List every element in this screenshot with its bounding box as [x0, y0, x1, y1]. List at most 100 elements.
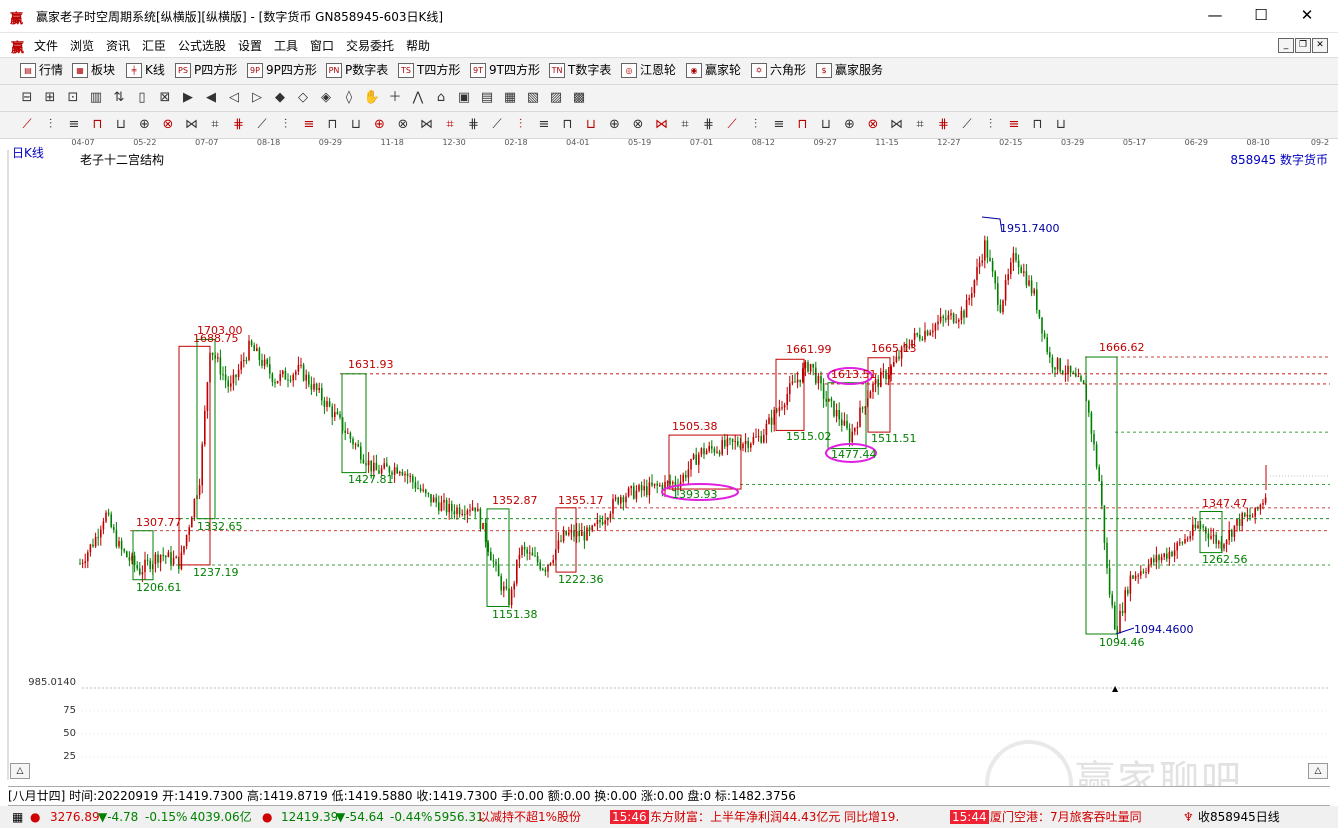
chart-tool-icon[interactable]: ⋀	[409, 89, 427, 107]
drawing-tool-icon[interactable]: ⟋	[958, 116, 976, 134]
drawing-tool-icon[interactable]: ≡	[300, 116, 318, 134]
kline-chart[interactable]: 1703.001688.751631.931427.811307.77 1332.…	[0, 150, 1338, 780]
chart-tool-icon[interactable]: ◁	[225, 89, 243, 107]
chart-tool-icon[interactable]: ▣	[455, 89, 473, 107]
drawing-tool-icon[interactable]: ⊔	[347, 116, 365, 134]
drawing-tool-icon[interactable]: ⋈	[653, 116, 671, 134]
chart-tool-icon[interactable]: ⌂	[432, 89, 450, 107]
drawing-tool-icon[interactable]: ⫶	[512, 116, 530, 134]
drawing-tool-icon[interactable]: ⟋	[253, 116, 271, 134]
chart-tool-icon[interactable]: ▦	[501, 89, 519, 107]
chart-tool-icon[interactable]: ▩	[570, 89, 588, 107]
chart-tool-icon[interactable]: ＋	[386, 89, 404, 107]
tb-9p-square[interactable]: 9P 9P四方形	[247, 61, 317, 79]
news-2[interactable]: 东方财富：上半年净利润44.43亿元 同比增19.	[650, 806, 899, 828]
drawing-tool-icon[interactable]: ≡	[1005, 116, 1023, 134]
mdi-minimize-button[interactable]: _	[1278, 38, 1294, 53]
tb-gann-wheel[interactable]: ◎ 江恩轮	[621, 61, 676, 79]
drawing-tool-icon[interactable]: ⊔	[582, 116, 600, 134]
mdi-restore-button[interactable]: ❐	[1295, 38, 1311, 53]
chart-tool-icon[interactable]: ▨	[547, 89, 565, 107]
drawing-tool-icon[interactable]: ⋕	[465, 116, 483, 134]
drawing-tool-icon[interactable]: ⟋	[18, 116, 36, 134]
drawing-tool-icon[interactable]: ⫶	[747, 116, 765, 134]
chart-tool-icon[interactable]: ⊡	[64, 89, 82, 107]
tb-service[interactable]: $ 赢家服务	[816, 61, 883, 79]
drawing-tool-icon[interactable]: ⌗	[206, 116, 224, 134]
menu-news[interactable]: 资讯	[106, 37, 130, 54]
tb-sector[interactable]: ▦ 板块	[72, 61, 115, 79]
news-3[interactable]: 厦门空港：7月旅客吞吐量同	[990, 806, 1142, 828]
tb-t-square[interactable]: TS T四方形	[398, 61, 460, 79]
chart-tool-icon[interactable]: ▥	[87, 89, 105, 107]
menu-trade[interactable]: 交易委托	[346, 37, 394, 54]
drawing-tool-icon[interactable]: ⌗	[441, 116, 459, 134]
tb-p-square[interactable]: PS P四方形	[175, 61, 237, 79]
chart-tool-icon[interactable]: ⊟	[18, 89, 36, 107]
drawing-tool-icon[interactable]: ⊗	[629, 116, 647, 134]
scroll-left-button[interactable]: △	[10, 763, 30, 779]
news-1[interactable]: 以减持不超1%股份	[478, 806, 581, 828]
drawing-tool-icon[interactable]: ⋈	[183, 116, 201, 134]
chart-tool-icon[interactable]: ▷	[248, 89, 266, 107]
menu-huichen[interactable]: 汇臣	[142, 37, 166, 54]
menu-window[interactable]: 窗口	[310, 37, 334, 54]
drawing-tool-icon[interactable]: ≡	[535, 116, 553, 134]
drawing-tool-icon[interactable]: ⋕	[230, 116, 248, 134]
tb-p-table[interactable]: PN P数字表	[326, 61, 388, 79]
drawing-tool-icon[interactable]: ⊕	[371, 116, 389, 134]
menu-formula[interactable]: 公式选股	[178, 37, 226, 54]
mdi-close-button[interactable]: ✕	[1312, 38, 1328, 53]
chart-tool-icon[interactable]: ✋	[363, 89, 381, 107]
drawing-tool-icon[interactable]: ⊔	[1052, 116, 1070, 134]
tb-9t-square[interactable]: 9T 9T四方形	[470, 61, 540, 79]
drawing-tool-icon[interactable]: ⊗	[864, 116, 882, 134]
drawing-tool-icon[interactable]: ⊔	[817, 116, 835, 134]
drawing-tool-icon[interactable]: ⊗	[394, 116, 412, 134]
drawing-tool-icon[interactable]: ⫶	[42, 116, 60, 134]
close-button[interactable]: ✕	[1284, 4, 1330, 28]
drawing-tool-icon[interactable]: ⋈	[418, 116, 436, 134]
drawing-tool-icon[interactable]: ⊓	[559, 116, 577, 134]
chart-tool-icon[interactable]: ◈	[317, 89, 335, 107]
drawing-tool-icon[interactable]: ⫶	[982, 116, 1000, 134]
drawing-tool-icon[interactable]: ⫶	[277, 116, 295, 134]
chart-tool-icon[interactable]: ⊞	[41, 89, 59, 107]
drawing-tool-icon[interactable]: ⌗	[911, 116, 929, 134]
drawing-tool-icon[interactable]: ⋕	[935, 116, 953, 134]
chart-tool-icon[interactable]: ◊	[340, 89, 358, 107]
drawing-tool-icon[interactable]: ⊓	[89, 116, 107, 134]
tb-winner-wheel[interactable]: ◉ 赢家轮	[686, 61, 741, 79]
chart-tool-icon[interactable]: ◆	[271, 89, 289, 107]
chart-tool-icon[interactable]: ⇅	[110, 89, 128, 107]
menu-file[interactable]: 文件	[34, 37, 58, 54]
drawing-tool-icon[interactable]: ⟋	[488, 116, 506, 134]
menu-help[interactable]: 帮助	[406, 37, 430, 54]
maximize-button[interactable]: ☐	[1238, 4, 1284, 28]
scroll-right-button[interactable]: △	[1308, 763, 1328, 779]
drawing-tool-icon[interactable]: ⊔	[112, 116, 130, 134]
grid-icon[interactable]: ▦	[12, 806, 23, 828]
drawing-tool-icon[interactable]: ⊗	[159, 116, 177, 134]
chart-tool-icon[interactable]: ⊠	[156, 89, 174, 107]
sz-index-icon[interactable]: ●	[262, 806, 272, 828]
drawing-tool-icon[interactable]: ⊕	[606, 116, 624, 134]
drawing-tool-icon[interactable]: ≡	[770, 116, 788, 134]
drawing-tool-icon[interactable]: ⊓	[324, 116, 342, 134]
chart-tool-icon[interactable]: ▯	[133, 89, 151, 107]
chart-tool-icon[interactable]: ▤	[478, 89, 496, 107]
tb-hexagon[interactable]: ✡ 六角形	[751, 61, 806, 79]
drawing-tool-icon[interactable]: ⋈	[888, 116, 906, 134]
menu-browse[interactable]: 浏览	[70, 37, 94, 54]
menu-tools[interactable]: 工具	[274, 37, 298, 54]
drawing-tool-icon[interactable]: ⟋	[723, 116, 741, 134]
drawing-tool-icon[interactable]: ≡	[65, 116, 83, 134]
chart-tool-icon[interactable]: ▶	[179, 89, 197, 107]
chart-tool-icon[interactable]: ◇	[294, 89, 312, 107]
minimize-button[interactable]: —	[1192, 4, 1238, 28]
drawing-tool-icon[interactable]: ⌗	[676, 116, 694, 134]
chart-tool-icon[interactable]: ▧	[524, 89, 542, 107]
menu-settings[interactable]: 设置	[238, 37, 262, 54]
chart-tool-icon[interactable]: ◀	[202, 89, 220, 107]
alert-icon[interactable]: ♆	[1183, 806, 1194, 828]
